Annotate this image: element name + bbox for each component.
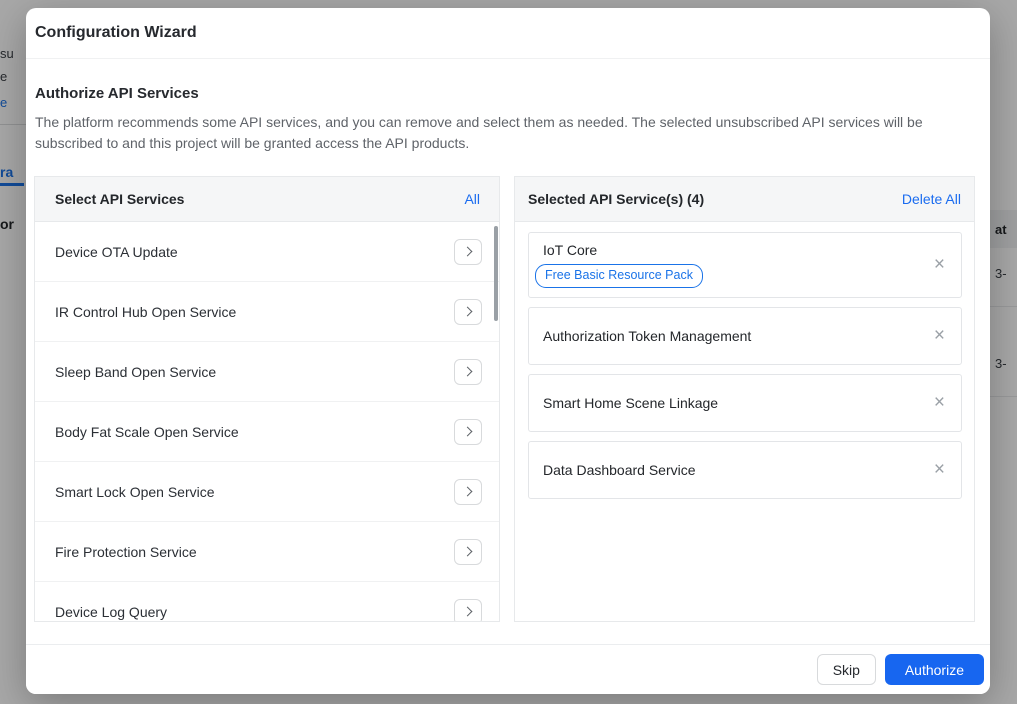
api-service-row: Smart Lock Open Service: [35, 462, 499, 522]
api-service-name: IR Control Hub Open Service: [55, 304, 236, 320]
api-service-row: Device OTA Update: [35, 222, 499, 282]
api-service-row: Device Log Query: [35, 582, 499, 622]
selected-service-cards: IoT Core Free Basic Resource Pack × Auth…: [515, 222, 974, 499]
selected-service-name: Smart Home Scene Linkage: [543, 395, 718, 411]
transfer-panels: Select API Services All Device OTA Updat…: [34, 176, 975, 622]
select-panel-title: Select API Services: [55, 191, 184, 207]
chevron-right-icon: [462, 607, 472, 617]
chevron-right-icon: [462, 487, 472, 497]
chevron-right-icon: [462, 547, 472, 557]
api-service-list: Device OTA Update IR Control Hub Open Se…: [35, 222, 499, 622]
section-description-line1: The platform recommends some API service…: [35, 112, 975, 133]
add-service-button[interactable]: [454, 599, 482, 623]
list-scrollbar-thumb[interactable]: [494, 226, 498, 321]
selected-service-card: IoT Core Free Basic Resource Pack ×: [528, 232, 962, 298]
chevron-right-icon: [462, 307, 472, 317]
api-service-row: Body Fat Scale Open Service: [35, 402, 499, 462]
authorize-button[interactable]: Authorize: [885, 654, 984, 685]
selected-service-name: Data Dashboard Service: [543, 462, 696, 478]
skip-button[interactable]: Skip: [817, 654, 876, 685]
select-panel-header: Select API Services All: [35, 177, 499, 222]
select-api-services-panel: Select API Services All Device OTA Updat…: [34, 176, 500, 622]
api-service-name: Fire Protection Service: [55, 544, 197, 560]
add-service-button[interactable]: [454, 359, 482, 385]
add-service-button[interactable]: [454, 239, 482, 265]
selected-panel-header: Selected API Service(s) (4) Delete All: [515, 177, 974, 222]
resource-pack-badge: Free Basic Resource Pack: [535, 264, 703, 288]
api-service-row: Sleep Band Open Service: [35, 342, 499, 402]
remove-service-icon[interactable]: ×: [934, 393, 945, 412]
api-service-name: Device OTA Update: [55, 244, 178, 260]
api-service-name: Body Fat Scale Open Service: [55, 424, 239, 440]
add-service-button[interactable]: [454, 419, 482, 445]
remove-service-icon[interactable]: ×: [934, 255, 945, 274]
dialog-title: Configuration Wizard: [35, 24, 197, 42]
chevron-right-icon: [462, 367, 472, 377]
delete-all-link[interactable]: Delete All: [902, 191, 961, 207]
api-service-name: Smart Lock Open Service: [55, 484, 215, 500]
remove-service-icon[interactable]: ×: [934, 460, 945, 479]
selected-service-card: Smart Home Scene Linkage ×: [528, 374, 962, 432]
api-service-row: Fire Protection Service: [35, 522, 499, 582]
add-service-button[interactable]: [454, 299, 482, 325]
section-title: Authorize API Services: [35, 85, 975, 102]
select-all-link[interactable]: All: [464, 191, 480, 207]
configuration-wizard-dialog: Configuration Wizard Authorize API Servi…: [26, 8, 990, 694]
selected-service-card: Data Dashboard Service ×: [528, 441, 962, 499]
api-service-row: IR Control Hub Open Service: [35, 282, 499, 342]
dialog-header: Configuration Wizard: [26, 8, 990, 59]
selected-service-card: Authorization Token Management ×: [528, 307, 962, 365]
selected-api-services-panel: Selected API Service(s) (4) Delete All I…: [514, 176, 975, 622]
remove-service-icon[interactable]: ×: [934, 326, 945, 345]
api-service-name: Sleep Band Open Service: [55, 364, 216, 380]
selected-service-name: Authorization Token Management: [543, 328, 751, 344]
api-service-name: Device Log Query: [55, 604, 167, 620]
section-description-line2: subscribed to and this project will be g…: [35, 133, 975, 154]
chevron-right-icon: [462, 247, 472, 257]
add-service-button[interactable]: [454, 479, 482, 505]
chevron-right-icon: [462, 427, 472, 437]
add-service-button[interactable]: [454, 539, 482, 565]
selected-panel-title: Selected API Service(s) (4): [528, 191, 704, 207]
dialog-footer: Skip Authorize: [26, 644, 990, 694]
selected-service-name: IoT Core: [543, 242, 703, 258]
